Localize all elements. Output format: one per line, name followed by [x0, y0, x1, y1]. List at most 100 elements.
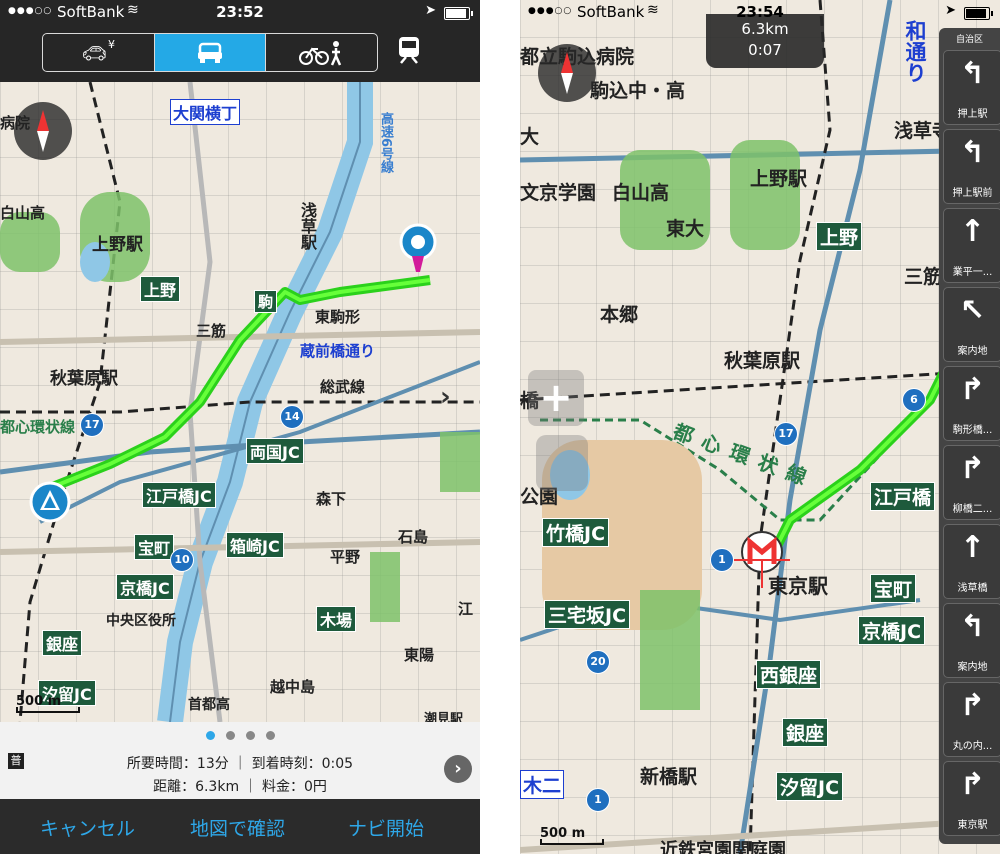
- map-label: 中央区役所: [106, 613, 176, 629]
- map-label: 上野駅: [92, 235, 143, 255]
- turn-label: 案内地: [957, 346, 988, 357]
- map-label: 首都高: [188, 697, 230, 713]
- map-label: 高速6号線: [378, 112, 393, 174]
- page-dot[interactable]: [246, 731, 255, 740]
- view-on-map-button[interactable]: 地図で確認: [190, 814, 285, 841]
- train-mode-button[interactable]: [394, 35, 424, 69]
- route-shield-6: 6: [902, 388, 926, 412]
- turn-item[interactable]: ↱ 駒形橋...: [943, 366, 1000, 441]
- turn-arrow-icon: ↰: [959, 56, 986, 91]
- turn-label: 案内地: [957, 662, 988, 673]
- turn-item[interactable]: ↰ 案内地: [943, 603, 1000, 678]
- map-label: 文京学園: [520, 182, 597, 204]
- distance-summary: 距離：6.3km ｜ 料金：0円: [153, 779, 327, 795]
- page-dot[interactable]: [226, 731, 235, 740]
- yen-icon: ¥: [108, 38, 116, 51]
- car-toll-mode-button[interactable]: 🚗︎ ¥: [43, 34, 155, 71]
- time-summary: 所要時間：13分 ｜ 到着時刻：0:05: [126, 756, 354, 772]
- map-label: 東陽: [404, 646, 435, 664]
- map-label: 東大: [666, 218, 705, 240]
- map-label: 駒: [254, 290, 278, 313]
- map-label: 三宅坂JC: [544, 600, 631, 629]
- map-label: 西銀座: [756, 660, 822, 689]
- map-view[interactable]: 都立駒込病院 駒込中・高 大 文京学園 白山高 東大 上野駅 上野 本郷 三筋 …: [520, 0, 1000, 854]
- zoom-in-button[interactable]: +: [528, 370, 584, 426]
- turn-list-panel[interactable]: 自治区 ↰ 押上駅 ↰ 押上駅前 ↑ 業平一... ↖ 案内地 ↱ 駒形橋...…: [939, 28, 1000, 844]
- bicycle-walk-icon: [298, 40, 341, 66]
- turn-label: 駒形橋...: [952, 425, 993, 436]
- compass-button[interactable]: [538, 44, 596, 102]
- route-summary: 普 所要時間：13分 ｜ 到着時刻：0:05 距離：6.3km ｜ 料金：0円 …: [0, 745, 480, 799]
- map-label: 潮見駅: [424, 712, 464, 722]
- map-label: 箱崎JC: [226, 532, 284, 558]
- next-route-button[interactable]: ›: [444, 755, 472, 783]
- bike-walk-mode-button[interactable]: [266, 34, 377, 71]
- map-roads: [0, 82, 480, 722]
- scale-bar: [16, 707, 80, 713]
- map-label: 大関横丁: [170, 99, 241, 125]
- map-label: 汐留JC: [776, 772, 844, 801]
- route-shield-17: 17: [774, 422, 798, 446]
- map-label: 両国JC: [246, 438, 304, 464]
- train-icon: [399, 37, 419, 64]
- action-bar: キャンセル 地図で確認 ナビ開始: [0, 799, 480, 854]
- map-label: 大: [520, 126, 540, 148]
- cancel-button[interactable]: キャンセル: [40, 814, 135, 841]
- map-label: 総武線: [320, 378, 366, 396]
- route-shield-10: 10: [170, 548, 194, 572]
- turn-item[interactable]: ↰ 押上駅前: [943, 129, 1000, 204]
- park-area: [640, 590, 700, 710]
- navigation-screen: 都立駒込病院 駒込中・高 大 文京学園 白山高 東大 上野駅 上野 本郷 三筋 …: [520, 0, 1000, 854]
- turn-item[interactable]: ↱ 東京駅: [943, 761, 1000, 836]
- map-label: 近鉄宮園関庭園: [660, 840, 786, 854]
- route-preview-screen: ●●●○○ SoftBank ≋ 23:52 ➤ 🚗︎ ¥ 大関横丁 高速6号線…: [0, 0, 480, 854]
- transport-mode-selector: 🚗︎ ¥: [42, 33, 378, 72]
- map-scale: 500 m: [540, 826, 604, 845]
- turn-label: 浅草橋: [957, 583, 988, 594]
- turn-label: 柳橋二...: [952, 504, 993, 515]
- map-label: 平野: [330, 548, 361, 566]
- map-label: 本郷: [600, 304, 639, 326]
- route-shield-17: 17: [80, 413, 104, 437]
- chevron-right-icon[interactable]: ›: [440, 382, 451, 412]
- zoom-out-button[interactable]: [536, 435, 588, 491]
- turn-arrow-icon: ↰: [959, 609, 986, 644]
- map-view[interactable]: 大関横丁 高速6号線 病院 白山高 浅草駅 上野駅 上野 駒 東駒形 蔵前橋通り…: [0, 82, 480, 722]
- map-label: 三筋: [196, 322, 227, 340]
- route-shield-1: 1: [586, 788, 610, 812]
- map-label: 木二: [520, 770, 565, 799]
- map-label: 石島: [398, 528, 429, 546]
- turn-item[interactable]: ↱ 柳橋二...: [943, 445, 1000, 520]
- turn-arrow-icon: ↱: [959, 451, 986, 486]
- clock: 23:52: [216, 3, 264, 21]
- start-navigation-button[interactable]: ナビ開始: [348, 814, 424, 841]
- vehicle-position-icon: [734, 531, 790, 588]
- turn-label: 丸の内...: [952, 741, 993, 752]
- turn-item[interactable]: ↑ 業平一...: [943, 208, 1000, 283]
- page-dot[interactable]: [266, 731, 275, 740]
- turn-item[interactable]: ↰ 押上駅: [943, 50, 1000, 125]
- map-label: 病院: [0, 114, 31, 132]
- map-label: 江戸橋: [870, 482, 936, 511]
- map-label: 竹橋JC: [542, 518, 610, 547]
- map-label: 上野: [140, 276, 181, 302]
- compass-icon: [561, 52, 573, 94]
- page-dot-active[interactable]: [206, 731, 215, 740]
- turn-item[interactable]: ↖ 案内地: [943, 287, 1000, 362]
- park-area: [440, 432, 480, 492]
- clock: 23:54: [736, 3, 784, 21]
- turn-arrow-icon: ↖: [959, 293, 986, 328]
- park-area: [370, 552, 400, 622]
- map-label: 銀座: [42, 630, 83, 656]
- map-label: 秋葉原駅: [50, 369, 118, 389]
- car-mode-button[interactable]: [154, 34, 267, 71]
- turn-arrow-icon: ↑: [959, 530, 986, 565]
- turn-arrow-icon: ↱: [959, 372, 986, 407]
- turn-label: 業平一...: [952, 267, 993, 278]
- map-label: 宝町: [134, 534, 175, 560]
- map-label: 白山高: [612, 182, 670, 204]
- turn-arrow-icon: ↱: [959, 688, 986, 723]
- turn-item[interactable]: ↑ 浅草橋: [943, 524, 1000, 599]
- map-label: 上野: [816, 222, 863, 251]
- turn-item[interactable]: ↱ 丸の内...: [943, 682, 1000, 757]
